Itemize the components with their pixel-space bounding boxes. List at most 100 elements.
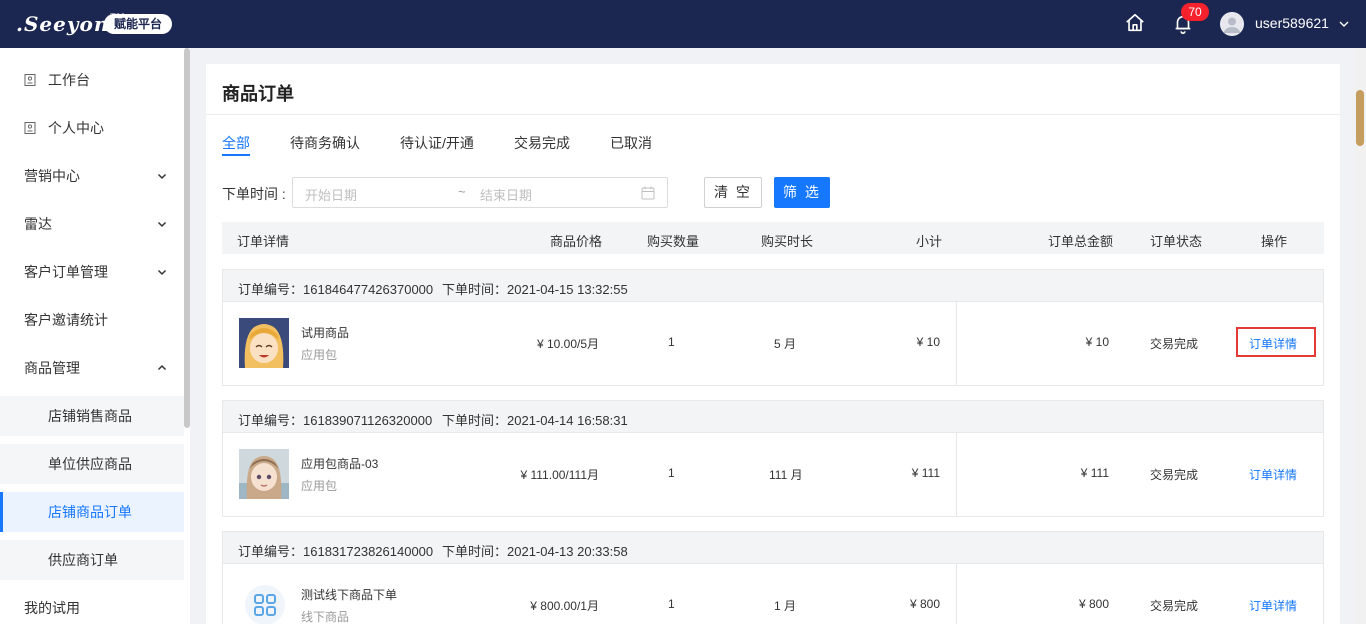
column-divider	[956, 433, 957, 516]
order-status: 交易完成	[1150, 468, 1199, 482]
logo-text: .Seeyon	[16, 12, 110, 36]
order-number: 订单编号：161831723826140000	[238, 544, 434, 559]
product-price: ¥ 10.00/5月	[536, 337, 599, 351]
sidebar-item-label: 个人中心	[48, 120, 104, 136]
sidebar-item-label: 供应商订单	[48, 552, 118, 568]
sidebar-item-unit-supply-products[interactable]: 单位供应商品	[0, 444, 184, 484]
sidebar-item-customer-orders[interactable]: 客户订单管理	[0, 252, 184, 292]
order-body: 应用包商品-03 应用包 ¥ 111.00/111月 1 111 月 ¥ 111…	[223, 433, 1323, 516]
column-header: 操作	[1261, 234, 1288, 249]
workbench-icon	[24, 74, 36, 86]
sidebar-item-label: 工作台	[48, 72, 90, 88]
order-detail-link[interactable]: 订单详情	[1249, 466, 1297, 483]
sidebar-item-workbench[interactable]: 工作台	[0, 60, 184, 100]
chevron-down-icon	[157, 269, 167, 276]
orders-card: 商品订单 全部 待商务确认 待认证/开通 交易完成 已取消 下单时间 : 开始日…	[206, 64, 1340, 624]
tab-pending-activation[interactable]: 待认证/开通	[400, 133, 474, 153]
filter-button[interactable]: 筛 选	[774, 177, 830, 208]
sidebar-item-customer-invites[interactable]: 客户邀请统计	[0, 300, 184, 340]
tab-completed[interactable]: 交易完成	[514, 133, 570, 153]
order-row: 订单编号：161831723826140000 下单时间：2021-04-13 …	[222, 531, 1324, 624]
notification-badge: 70	[1181, 3, 1209, 21]
sidebar-item-label: 客户邀请统计	[24, 312, 108, 328]
sidebar-item-label: 客户订单管理	[24, 264, 108, 280]
user-card-icon	[24, 122, 36, 134]
username[interactable]: user589621	[1255, 15, 1329, 31]
column-header: 订单状态	[1150, 234, 1203, 249]
table-header: 订单详情 商品价格 购买数量 购买时长 小计 订单总金额 订单状态 操作	[222, 222, 1324, 254]
calendar-icon[interactable]	[641, 186, 655, 200]
order-header: 订单编号：161839071126320000 下单时间：2021-04-14 …	[223, 401, 1323, 433]
subtotal: ¥ 800	[909, 597, 940, 611]
sidebar-item-label: 商品管理	[24, 360, 80, 376]
column-divider	[956, 564, 957, 624]
product-thumbnail-image[interactable]	[239, 449, 289, 499]
date-range-picker[interactable]: 开始日期 ~ 结束日期	[292, 177, 668, 208]
product-price: ¥ 111.00/111月	[520, 468, 599, 482]
product-thumbnail-image[interactable]	[239, 318, 289, 368]
offline-product-thumbnail[interactable]	[245, 585, 285, 624]
user-avatar-icon	[1220, 12, 1244, 36]
chevron-up-icon	[157, 364, 167, 371]
end-date-input[interactable]: 结束日期	[480, 185, 532, 204]
sidebar-scrollbar[interactable]	[184, 48, 190, 428]
product-type: 应用包	[301, 348, 338, 362]
chevron-down-icon[interactable]	[1338, 18, 1350, 30]
sidebar-item-my-trials[interactable]: 我的试用	[0, 588, 184, 624]
column-header: 小计	[916, 234, 943, 249]
subtotal: ¥ 111	[911, 466, 940, 480]
date-separator: ~	[458, 184, 466, 199]
product-price: ¥ 800.00/1月	[530, 599, 599, 613]
sidebar-item-label: 我的试用	[24, 600, 80, 616]
sidebar-item-radar[interactable]: 雷达	[0, 204, 184, 244]
product-name[interactable]: 应用包商品-03	[301, 455, 378, 472]
clear-button[interactable]: 清 空	[704, 177, 762, 208]
order-time: 下单时间：2021-04-15 13:32:55	[442, 282, 628, 297]
order-status: 交易完成	[1150, 599, 1199, 613]
purchase-duration: 1 月	[774, 599, 797, 613]
tab-cancelled[interactable]: 已取消	[610, 133, 652, 153]
title-divider	[206, 114, 1340, 115]
column-header: 订单详情	[237, 234, 290, 249]
grid-icon	[254, 594, 276, 616]
purchase-quantity: 1	[668, 597, 675, 611]
highlight-box	[1236, 327, 1316, 357]
sidebar-item-label: 营销中心	[24, 168, 80, 184]
order-time: 下单时间：2021-04-14 16:58:31	[442, 413, 628, 428]
order-total: ¥ 111	[1080, 466, 1109, 480]
column-header: 商品价格	[550, 234, 603, 249]
tab-pending-business-confirm[interactable]: 待商务确认	[290, 133, 360, 153]
sidebar-item-label: 雷达	[24, 216, 52, 232]
order-header: 订单编号：161846477426370000 下单时间：2021-04-15 …	[223, 270, 1323, 302]
purchase-quantity: 1	[668, 335, 675, 349]
column-header: 购买时长	[761, 234, 814, 249]
sidebar-item-supplier-orders[interactable]: 供应商订单	[0, 540, 184, 580]
product-name[interactable]: 测试线下商品下单	[301, 586, 397, 603]
order-number: 订单编号：161839071126320000	[238, 413, 433, 428]
purchase-duration: 111 月	[769, 468, 803, 482]
purchase-duration: 5 月	[774, 337, 797, 351]
sidebar-item-product-management[interactable]: 商品管理	[0, 348, 184, 388]
tab-all[interactable]: 全部	[222, 133, 250, 153]
start-date-input[interactable]: 开始日期	[305, 185, 357, 204]
product-name[interactable]: 试用商品	[301, 324, 349, 341]
subtotal: ¥ 10	[916, 335, 940, 349]
order-row: 订单编号：161839071126320000 下单时间：2021-04-14 …	[222, 400, 1324, 517]
order-detail-link[interactable]: 订单详情	[1249, 597, 1297, 614]
sidebar-item-store-products[interactable]: 店铺销售商品	[0, 396, 184, 436]
column-divider	[956, 302, 957, 385]
column-header: 订单总金额	[1048, 234, 1114, 249]
purchase-quantity: 1	[668, 466, 675, 480]
order-body: 测试线下商品下单 线下商品 ¥ 800.00/1月 1 1 月 ¥ 800 ¥ …	[223, 564, 1323, 624]
page-scrollbar[interactable]	[1354, 48, 1366, 624]
order-status: 交易完成	[1150, 337, 1199, 351]
avatar[interactable]	[1220, 12, 1244, 36]
sidebar-item-personal-center[interactable]: 个人中心	[0, 108, 184, 148]
chevron-down-icon	[157, 221, 167, 228]
order-total: ¥ 10	[1085, 335, 1109, 349]
sidebar-item-marketing-center[interactable]: 营销中心	[0, 156, 184, 196]
sidebar-item-store-product-orders[interactable]: 店铺商品订单	[0, 492, 184, 532]
page-scrollbar-thumb[interactable]	[1356, 90, 1364, 146]
home-icon[interactable]	[1124, 12, 1146, 34]
sidebar-item-label: 单位供应商品	[48, 456, 132, 472]
